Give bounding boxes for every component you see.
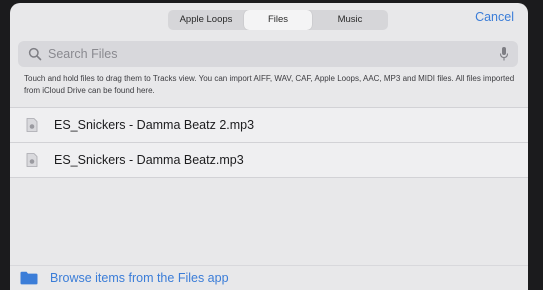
tab-apple-loops[interactable]: Apple Loops xyxy=(168,10,244,30)
cancel-button[interactable]: Cancel xyxy=(475,10,514,24)
top-bar: Apple Loops Files Music Cancel xyxy=(10,3,528,35)
file-list: ES_Snickers - Damma Beatz 2.mp3 ES_Snick… xyxy=(10,107,528,178)
tab-files[interactable]: Files xyxy=(244,10,312,30)
search-bar[interactable] xyxy=(18,41,518,67)
list-item[interactable]: ES_Snickers - Damma Beatz.mp3 xyxy=(10,142,528,178)
folder-icon xyxy=(20,271,38,285)
file-name: ES_Snickers - Damma Beatz 2.mp3 xyxy=(54,118,255,132)
microphone-icon[interactable] xyxy=(499,46,509,62)
browse-files-app-link[interactable]: Browse items from the Files app xyxy=(10,265,528,290)
search-input[interactable] xyxy=(48,45,488,63)
list-item[interactable]: ES_Snickers - Damma Beatz 2.mp3 xyxy=(10,107,528,142)
file-name: ES_Snickers - Damma Beatz.mp3 xyxy=(54,153,244,167)
browse-label: Browse items from the Files app xyxy=(50,271,229,285)
tab-music[interactable]: Music xyxy=(312,10,388,30)
file-browser-panel: Apple Loops Files Music Cancel Touch and… xyxy=(10,3,528,290)
audio-file-icon xyxy=(26,118,38,132)
import-info-text: Touch and hold files to drag them to Tra… xyxy=(24,74,515,95)
audio-file-icon xyxy=(26,153,38,167)
source-segmented-control: Apple Loops Files Music xyxy=(168,10,388,30)
search-icon xyxy=(28,47,42,61)
